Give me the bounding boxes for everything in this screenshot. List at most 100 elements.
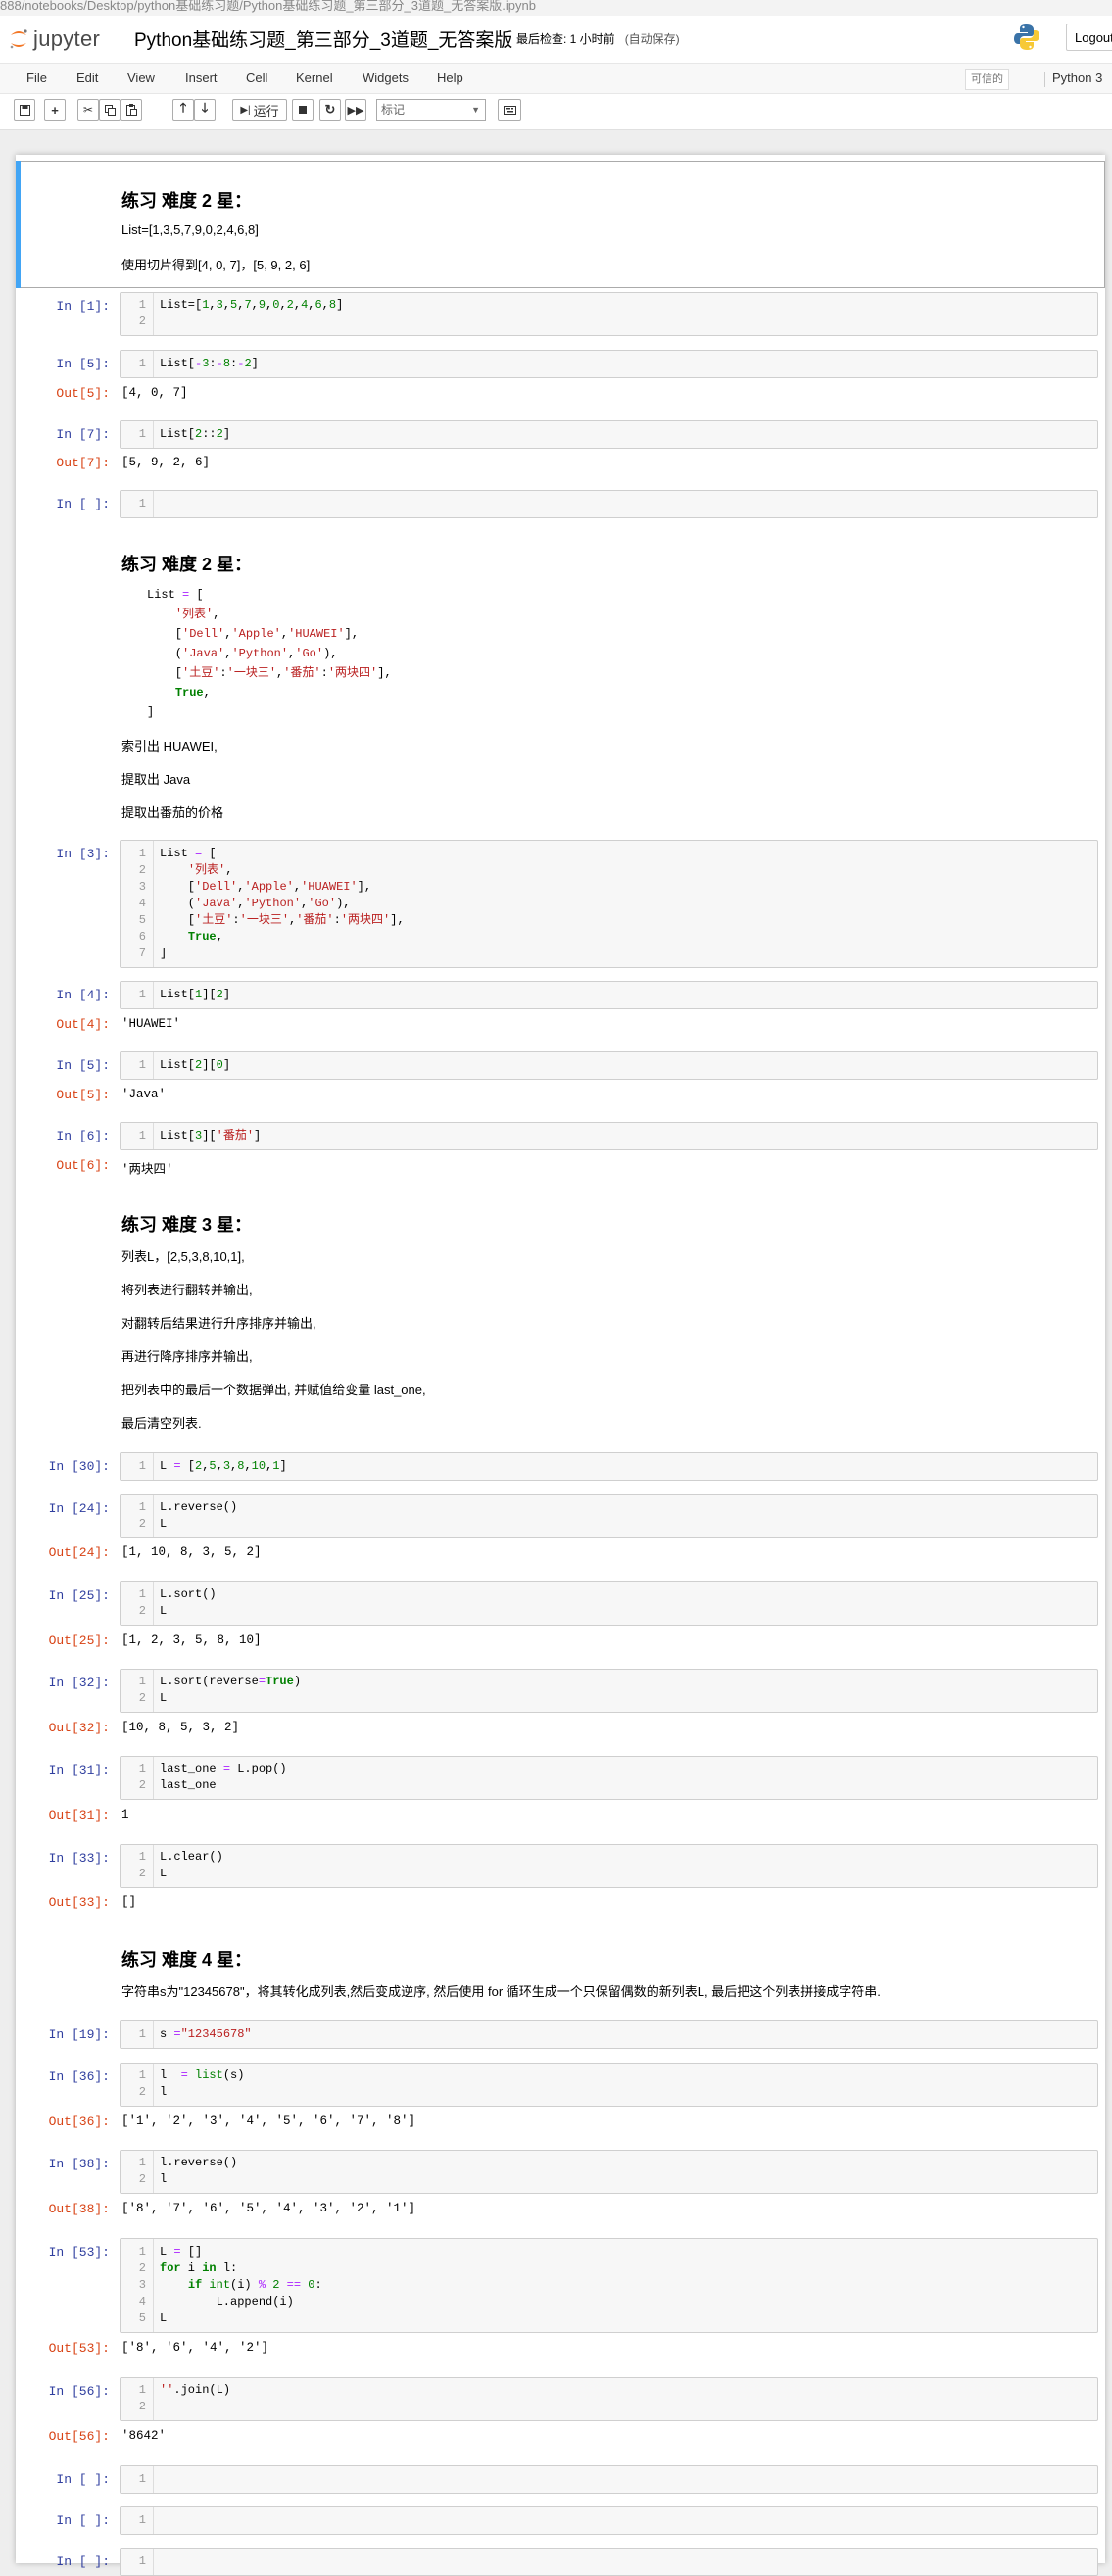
code-cell[interactable]: 1 L.clear() 2L bbox=[120, 1844, 1098, 1888]
code-cell[interactable]: 1s ="12345678" bbox=[120, 2020, 1098, 2049]
cell-output: '两块四' bbox=[121, 1163, 173, 1177]
exercise-2-step-3: 提取出番茄的价格 bbox=[121, 805, 224, 820]
browser-url-bar[interactable]: 888/notebooks/Desktop/python基础练习题/Python… bbox=[0, 0, 1112, 16]
in-prompt: In [56]: bbox=[48, 2384, 110, 2399]
exercise-3-step-2: 将列表进行翻转并输出, bbox=[121, 1283, 253, 1297]
menu-edit[interactable]: Edit bbox=[76, 64, 98, 93]
restart-run-all-button[interactable]: ▶▶ bbox=[345, 99, 366, 121]
code-cell[interactable]: 1 List=[1,3,5,7,9,0,2,4,6,8] 2 bbox=[120, 292, 1098, 336]
out-prompt: Out[5]: bbox=[56, 386, 110, 401]
cell-output: 'HUAWEI' bbox=[121, 1017, 181, 1031]
cell-output: ['8', '6', '4', '2'] bbox=[121, 2341, 269, 2355]
notebook-title[interactable]: Python基础练习题_第三部分_3道题_无答案版 bbox=[134, 25, 512, 52]
url-text: 888/notebooks/Desktop/python基础练习题/Python… bbox=[0, 0, 536, 13]
in-prompt: In [19]: bbox=[48, 2027, 110, 2042]
code-cell-empty[interactable]: 1 bbox=[120, 2548, 1098, 2576]
out-prompt: Out[32]: bbox=[48, 1721, 110, 1735]
insert-cell-button[interactable]: + bbox=[44, 99, 66, 121]
code-cell[interactable]: 1 List = [ 2 '列表', 3 ['Dell','Apple','HUA… bbox=[120, 840, 1098, 968]
in-prompt: In [6]: bbox=[56, 1129, 110, 1143]
exercise-2-code-block: List = [ '列表', ['Dell','Apple','HUAWEI']… bbox=[147, 588, 392, 719]
cell-output: '8642' bbox=[121, 2429, 167, 2443]
menu-kernel[interactable]: Kernel bbox=[296, 64, 333, 93]
cell-output: [4, 0, 7] bbox=[121, 386, 188, 400]
code-cell[interactable]: 1l = list(s) 2l bbox=[120, 2063, 1098, 2107]
cell-output: [1, 2, 3, 5, 8, 10] bbox=[121, 1633, 262, 1647]
kernel-indicator: Python 3 bbox=[1044, 64, 1102, 93]
in-prompt: In [53]: bbox=[48, 2245, 110, 2260]
in-prompt: In [ ]: bbox=[56, 2554, 110, 2569]
code-cell-empty[interactable]: 1 bbox=[120, 2465, 1098, 2494]
cell-type-select[interactable]: 标记 ▼ bbox=[376, 99, 486, 121]
in-prompt: In [38]: bbox=[48, 2157, 110, 2171]
code-cell[interactable]: 1 last_one = L.pop() 2 last_one bbox=[120, 1756, 1098, 1800]
out-prompt: Out[6]: bbox=[56, 1158, 110, 1173]
code-cell-empty[interactable]: 1 bbox=[120, 2506, 1098, 2535]
in-prompt: In [7]: bbox=[56, 427, 110, 442]
restart-button[interactable]: ↻ bbox=[319, 99, 341, 121]
cell-output: 'Java' bbox=[121, 1088, 167, 1101]
in-prompt: In [30]: bbox=[48, 1459, 110, 1474]
refresh-icon: ↻ bbox=[324, 102, 336, 117]
logout-button[interactable]: Logout bbox=[1066, 24, 1112, 51]
stop-icon bbox=[299, 106, 307, 114]
run-button[interactable]: ▶| 运行 bbox=[232, 99, 287, 121]
menu-insert[interactable]: Insert bbox=[185, 64, 218, 93]
run-label: 运行 bbox=[253, 103, 279, 119]
out-prompt: Out[38]: bbox=[48, 2202, 110, 2216]
menu-widgets[interactable]: Widgets bbox=[363, 64, 409, 93]
code-cell[interactable]: 1 ''.join(L) 2 bbox=[120, 2377, 1098, 2421]
paste-button[interactable] bbox=[121, 99, 142, 121]
in-prompt: In [31]: bbox=[48, 1763, 110, 1777]
code-cell[interactable]: 1 L.sort() 2L bbox=[120, 1581, 1098, 1626]
checkpoint-status: 最后检查: 1 小时前 (自动保存) bbox=[516, 30, 680, 47]
chevron-down-icon: ▼ bbox=[471, 105, 480, 115]
jupyter-logo-icon bbox=[10, 29, 27, 49]
code-cell[interactable]: 1L = [] 2 for i in l: 3 if int(i) % 2 == … bbox=[120, 2238, 1098, 2333]
menu-view[interactable]: View bbox=[127, 64, 155, 93]
code-cell[interactable]: 1 List[1][2] bbox=[120, 981, 1098, 1009]
checkpoint-text: 最后检查: 1 小时前 bbox=[516, 32, 615, 46]
code-cell[interactable]: 1 L.reverse() 2L bbox=[120, 1494, 1098, 1538]
code-cell[interactable]: 1 List[-3:-8:-2] bbox=[120, 350, 1098, 378]
cell-type-value: 标记 bbox=[381, 103, 406, 117]
python-logo-icon bbox=[1014, 24, 1039, 50]
in-prompt: In [5]: bbox=[56, 357, 110, 371]
code-cell[interactable]: 1 List[2][0] bbox=[120, 1051, 1098, 1080]
code-cell-empty[interactable]: 1 bbox=[120, 490, 1098, 518]
in-prompt: In [3]: bbox=[56, 847, 110, 861]
exercise-2-step-1: 索引出 HUAWEI, bbox=[121, 739, 218, 753]
cut-button[interactable]: ✂ bbox=[77, 99, 99, 121]
code-cell[interactable]: 1 List[3]['番茄'] bbox=[120, 1122, 1098, 1150]
move-down-button[interactable]: 🡓 bbox=[194, 99, 216, 121]
code-cell[interactable]: 1L = [2,5,3,8,10,1] bbox=[120, 1452, 1098, 1481]
code-cell[interactable]: 1 List[2::2] bbox=[120, 420, 1098, 449]
paste-icon bbox=[125, 104, 137, 116]
fast-forward-icon: ▶▶ bbox=[347, 104, 364, 117]
code-cell[interactable]: 1 L.sort(reverse=True) 2L bbox=[120, 1669, 1098, 1713]
menu-file[interactable]: File bbox=[26, 64, 47, 93]
exercise-1-line-1: List=[1,3,5,7,9,0,2,4,6,8] bbox=[121, 222, 259, 237]
out-prompt: Out[33]: bbox=[48, 1895, 110, 1910]
code-cell[interactable]: 1 l.reverse() 2l bbox=[120, 2150, 1098, 2194]
out-prompt: Out[4]: bbox=[56, 1017, 110, 1032]
out-prompt: Out[56]: bbox=[48, 2429, 110, 2444]
move-up-button[interactable]: 🡑 bbox=[172, 99, 194, 121]
copy-button[interactable] bbox=[99, 99, 121, 121]
save-icon bbox=[19, 104, 30, 116]
menu-cell[interactable]: Cell bbox=[246, 64, 267, 93]
command-palette-button[interactable] bbox=[498, 99, 521, 121]
save-button[interactable] bbox=[14, 99, 35, 121]
plus-icon: + bbox=[51, 102, 59, 118]
out-prompt: Out[31]: bbox=[48, 1808, 110, 1823]
cell-output: 1 bbox=[121, 1808, 129, 1822]
cell-output: [1, 10, 8, 3, 5, 2] bbox=[121, 1545, 262, 1559]
trusted-badge[interactable]: 可信的 bbox=[965, 69, 1009, 90]
jupyter-logo[interactable]: jupyter bbox=[8, 24, 100, 55]
in-prompt: In [36]: bbox=[48, 2069, 110, 2084]
exercise-2-step-2: 提取出 Java bbox=[121, 772, 191, 787]
in-prompt: In [ ]: bbox=[56, 2472, 110, 2487]
menu-help[interactable]: Help bbox=[437, 64, 463, 93]
interrupt-button[interactable] bbox=[292, 99, 314, 121]
exercise-3-step-6: 最后清空列表. bbox=[121, 1416, 202, 1431]
